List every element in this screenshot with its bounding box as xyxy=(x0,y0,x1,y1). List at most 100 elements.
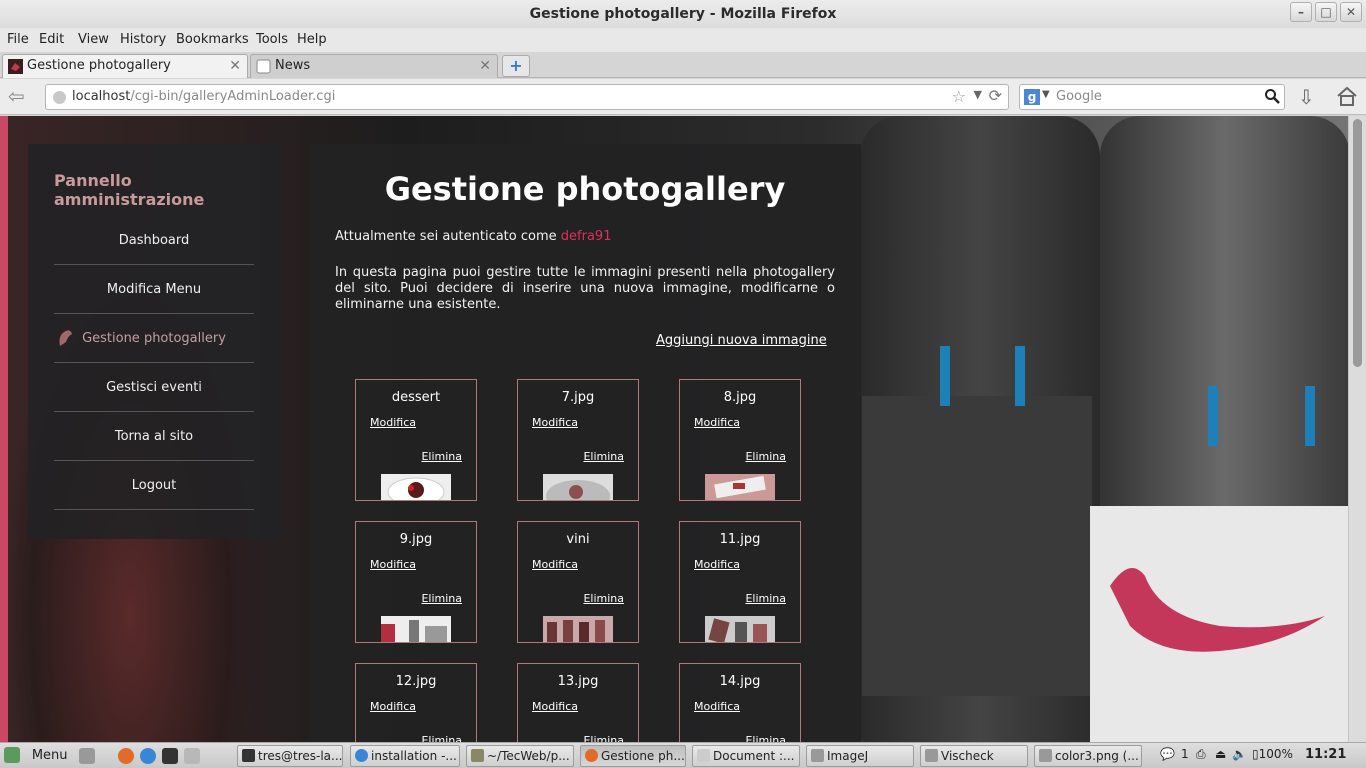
sidebar-item-logout[interactable]: Logout xyxy=(54,461,254,510)
image-thumbnail[interactable] xyxy=(705,616,775,643)
delete-image-link[interactable]: Elimina xyxy=(421,592,462,605)
background-decoration xyxy=(0,116,8,742)
image-name: dessert xyxy=(391,390,441,405)
tab-news[interactable]: News ✕ xyxy=(250,54,498,78)
sidebar-item-gestisci-eventi[interactable]: Gestisci eventi xyxy=(54,363,254,412)
delete-image-link[interactable]: Elimina xyxy=(583,592,624,605)
edit-image-link[interactable]: Modifica xyxy=(694,558,740,571)
sidebar-item-dashboard[interactable]: Dashboard xyxy=(54,216,254,265)
usb-icon[interactable]: ⏏ xyxy=(1215,747,1226,761)
imagej-icon xyxy=(811,749,824,762)
menu-help[interactable]: Help xyxy=(297,32,327,47)
minimize-button[interactable]: – xyxy=(1290,2,1312,22)
image-thumbnail[interactable] xyxy=(705,474,775,501)
url-bar[interactable]: localhost/cgi-bin/galleryAdminLoader.cgi… xyxy=(45,84,1009,110)
new-tab-button[interactable]: + xyxy=(502,55,530,77)
search-icon[interactable] xyxy=(1264,88,1280,104)
notification-count[interactable]: 1 xyxy=(1181,747,1189,761)
tex-icon xyxy=(697,749,710,762)
search-bar[interactable]: g ▼ Google xyxy=(1019,84,1285,110)
taskbar-window-tecweb[interactable]: ~/TecWeb/p... xyxy=(466,745,574,767)
edit-image-link[interactable]: Modifica xyxy=(694,700,740,713)
page-scrollbar[interactable] xyxy=(1348,116,1366,742)
volume-icon[interactable]: 🔈 xyxy=(1232,747,1247,761)
edit-image-link[interactable]: Modifica xyxy=(370,416,416,429)
google-engine-icon[interactable]: g xyxy=(1024,89,1040,105)
bookmark-star-icon[interactable]: ☆ xyxy=(952,87,966,106)
edit-image-link[interactable]: Modifica xyxy=(532,416,578,429)
download-icon[interactable]: ⇩ xyxy=(1298,85,1315,109)
reload-icon[interactable]: ⟳ xyxy=(989,86,1002,105)
window-title: Gestione photogallery - Mozilla Firefox xyxy=(529,6,837,22)
edit-image-link[interactable]: Modifica xyxy=(370,558,416,571)
chevron-down-icon[interactable]: ▼ xyxy=(1042,89,1050,100)
site-favicon-icon xyxy=(8,59,23,74)
image-name: 8.jpg xyxy=(723,390,757,405)
url-text[interactable]: localhost/cgi-bin/galleryAdminLoader.cgi xyxy=(72,89,335,104)
menu-file[interactable]: File xyxy=(7,32,29,47)
image-viewer-icon xyxy=(1039,749,1052,762)
menu-tools[interactable]: Tools xyxy=(256,32,288,47)
edit-image-link[interactable]: Modifica xyxy=(532,700,578,713)
taskbar-window-terminal[interactable]: tres@tres-la... xyxy=(237,745,343,767)
start-menu-button[interactable]: Menu xyxy=(4,747,68,763)
battery-status[interactable]: ▯100% xyxy=(1252,747,1293,761)
gallery-card: 8.jpg Modifica Elimina xyxy=(679,379,801,501)
image-name: vini xyxy=(566,532,590,547)
edit-image-link[interactable]: Modifica xyxy=(532,558,578,571)
chat-icon[interactable]: 💬 xyxy=(1160,747,1175,761)
chrome-icon xyxy=(355,749,368,762)
auth-status: Attualmente sei autenticato come defra91 xyxy=(335,229,612,244)
taskbar-window-document[interactable]: Document :... xyxy=(692,745,800,767)
tab-bar: Gestione photogallery ✕ News ✕ + xyxy=(0,52,1366,78)
home-icon[interactable] xyxy=(1336,85,1358,107)
sidebar-item-gestione-photogallery[interactable]: Gestione photogallery xyxy=(54,314,254,363)
sidebar-item-torna-al-sito[interactable]: Torna al sito xyxy=(54,412,254,461)
close-tab-icon[interactable]: ✕ xyxy=(229,55,241,77)
window-titlebar: Gestione photogallery - Mozilla Firefox … xyxy=(0,0,1366,28)
taskbar-window-color3[interactable]: color3.png (... xyxy=(1034,745,1142,767)
terminal-icon[interactable] xyxy=(162,748,178,764)
delete-image-link[interactable]: Elimina xyxy=(745,592,786,605)
close-window-button[interactable]: ✕ xyxy=(1340,2,1362,22)
network-icon[interactable]: ⎙ xyxy=(1196,747,1206,762)
background-decoration xyxy=(1015,346,1025,406)
edit-image-link[interactable]: Modifica xyxy=(370,700,416,713)
tab-gestione-photogallery[interactable]: Gestione photogallery ✕ xyxy=(2,54,248,78)
delete-image-link[interactable]: Elimina xyxy=(583,450,624,463)
chevron-down-icon[interactable]: ▼ xyxy=(974,88,982,101)
chrome-icon[interactable] xyxy=(140,748,156,764)
maximize-button[interactable]: □ xyxy=(1315,2,1337,22)
clock[interactable]: 11:21 xyxy=(1305,747,1346,762)
gallery-card: 9.jpg Modifica Elimina xyxy=(355,521,477,643)
firefox-icon[interactable] xyxy=(118,748,134,764)
image-thumbnail[interactable] xyxy=(543,474,613,501)
background-label xyxy=(862,396,1092,696)
gallery-card: dessert Modifica Elimina xyxy=(355,379,477,501)
taskbar-window-imagej[interactable]: ImageJ xyxy=(806,745,914,767)
menu-bookmarks[interactable]: Bookmarks xyxy=(176,32,249,47)
image-thumbnail[interactable] xyxy=(543,616,613,643)
search-input[interactable]: Google xyxy=(1056,89,1102,104)
edit-image-link[interactable]: Modifica xyxy=(694,416,740,429)
gallery-card: 7.jpg Modifica Elimina xyxy=(517,379,639,501)
menu-history[interactable]: History xyxy=(120,32,166,47)
taskbar-window-vischeck[interactable]: Vischeck xyxy=(920,745,1028,767)
show-desktop-icon[interactable] xyxy=(79,748,95,764)
image-thumbnail[interactable] xyxy=(381,616,451,643)
scrollbar-thumb[interactable] xyxy=(1353,119,1362,367)
back-arrow-icon[interactable]: ⇦ xyxy=(8,86,25,106)
menu-bar: File Edit View History Bookmarks Tools H… xyxy=(0,28,1366,52)
add-image-link[interactable]: Aggiungi nuova immagine xyxy=(656,333,827,348)
folder-icon[interactable] xyxy=(184,748,200,764)
sidebar-item-modifica-menu[interactable]: Modifica Menu xyxy=(54,265,254,314)
image-thumbnail[interactable] xyxy=(381,474,451,501)
menu-edit[interactable]: Edit xyxy=(39,32,64,47)
sidebar-item-label: Gestione photogallery xyxy=(82,331,226,346)
delete-image-link[interactable]: Elimina xyxy=(421,450,462,463)
close-tab-icon[interactable]: ✕ xyxy=(479,55,491,77)
delete-image-link[interactable]: Elimina xyxy=(745,450,786,463)
menu-view[interactable]: View xyxy=(78,32,109,47)
taskbar-window-firefox[interactable]: Gestione ph... xyxy=(580,745,686,767)
taskbar-window-installation[interactable]: installation -... xyxy=(350,745,460,767)
